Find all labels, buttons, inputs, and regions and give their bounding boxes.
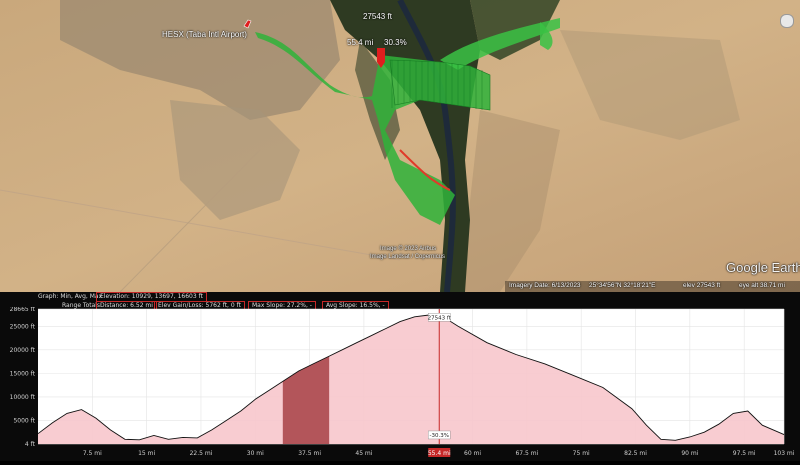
status-coordinates: 25°34'56"N 32°18'21"E bbox=[589, 282, 656, 289]
x-tick-label: 45 mi bbox=[355, 450, 372, 457]
placemark-label[interactable]: HESX (Taba Intl Airport) bbox=[162, 30, 247, 39]
imagery-credit-2: Image Landsat / Copernicus bbox=[370, 254, 446, 260]
x-tick-label: 82.5 mi bbox=[624, 450, 647, 457]
y-tick-label: 5000 ft bbox=[13, 417, 35, 424]
graph-label: Graph: Min, Avg, Max bbox=[38, 293, 103, 300]
x-tick-label: 15 mi bbox=[138, 450, 155, 457]
map-status-bar: Imagery Date: 6/13/2023 25°34'56"N 32°18… bbox=[505, 281, 800, 292]
x-tick-label: 103 mi bbox=[774, 450, 795, 457]
x-tick-label: 37.5 mi bbox=[298, 450, 321, 457]
imagery-credit: Image © 2023 Airbus bbox=[380, 246, 437, 252]
cursor-slope-label: -30.3% bbox=[430, 433, 449, 439]
y-tick-label: 20000 ft bbox=[10, 347, 36, 354]
elevation-profile-chart[interactable]: 27543 ft -30.3% 7.5 mi 15 mi 22.5 mi 30 mi 37… bbox=[0, 306, 800, 461]
x-tick-label: 97.5 mi bbox=[733, 450, 756, 457]
x-tick-label: 22.5 mi bbox=[190, 450, 213, 457]
y-tick-label: 25000 ft bbox=[10, 323, 36, 330]
status-elevation: elev 27543 ft bbox=[683, 282, 721, 289]
x-tick-label: 75 mi bbox=[573, 450, 590, 457]
google-earth-logo: Google Earth bbox=[726, 260, 800, 275]
imagery-date: Imagery Date: 6/13/2023 bbox=[509, 282, 581, 289]
cursor-slope-readout: 30.3% bbox=[384, 38, 407, 47]
x-tick-label: 67.5 mi bbox=[515, 450, 538, 457]
position-marker bbox=[377, 48, 385, 62]
compass-icon[interactable] bbox=[780, 14, 794, 28]
map-view[interactable]: HESX (Taba Intl Airport) 27543 ft 55.4 m… bbox=[0, 0, 800, 292]
y-tick-label: 15000 ft bbox=[10, 370, 36, 377]
peak-label: 27543 ft bbox=[428, 315, 452, 321]
y-tick-label: 28665 ft bbox=[10, 307, 36, 313]
y-tick-label: 4 ft bbox=[25, 441, 36, 448]
x-tick-label: 60 mi bbox=[464, 450, 481, 457]
cursor-distance-readout: 55.4 mi bbox=[347, 38, 374, 47]
x-tick-label: 30 mi bbox=[247, 450, 264, 457]
elevation-profile-svg[interactable]: 27543 ft -30.3% 7.5 mi 15 mi 22.5 mi 30 mi 37… bbox=[0, 306, 800, 461]
y-tick-label: 10000 ft bbox=[10, 394, 36, 401]
status-eye-altitude: eye alt 38.71 mi bbox=[739, 282, 785, 289]
x-tick-label: 90 mi bbox=[681, 450, 698, 457]
x-tick-label: 7.5 mi bbox=[83, 450, 102, 457]
cursor-altitude-readout: 27543 ft bbox=[363, 12, 392, 21]
x-tick-label: 55.4 mi bbox=[428, 450, 451, 457]
